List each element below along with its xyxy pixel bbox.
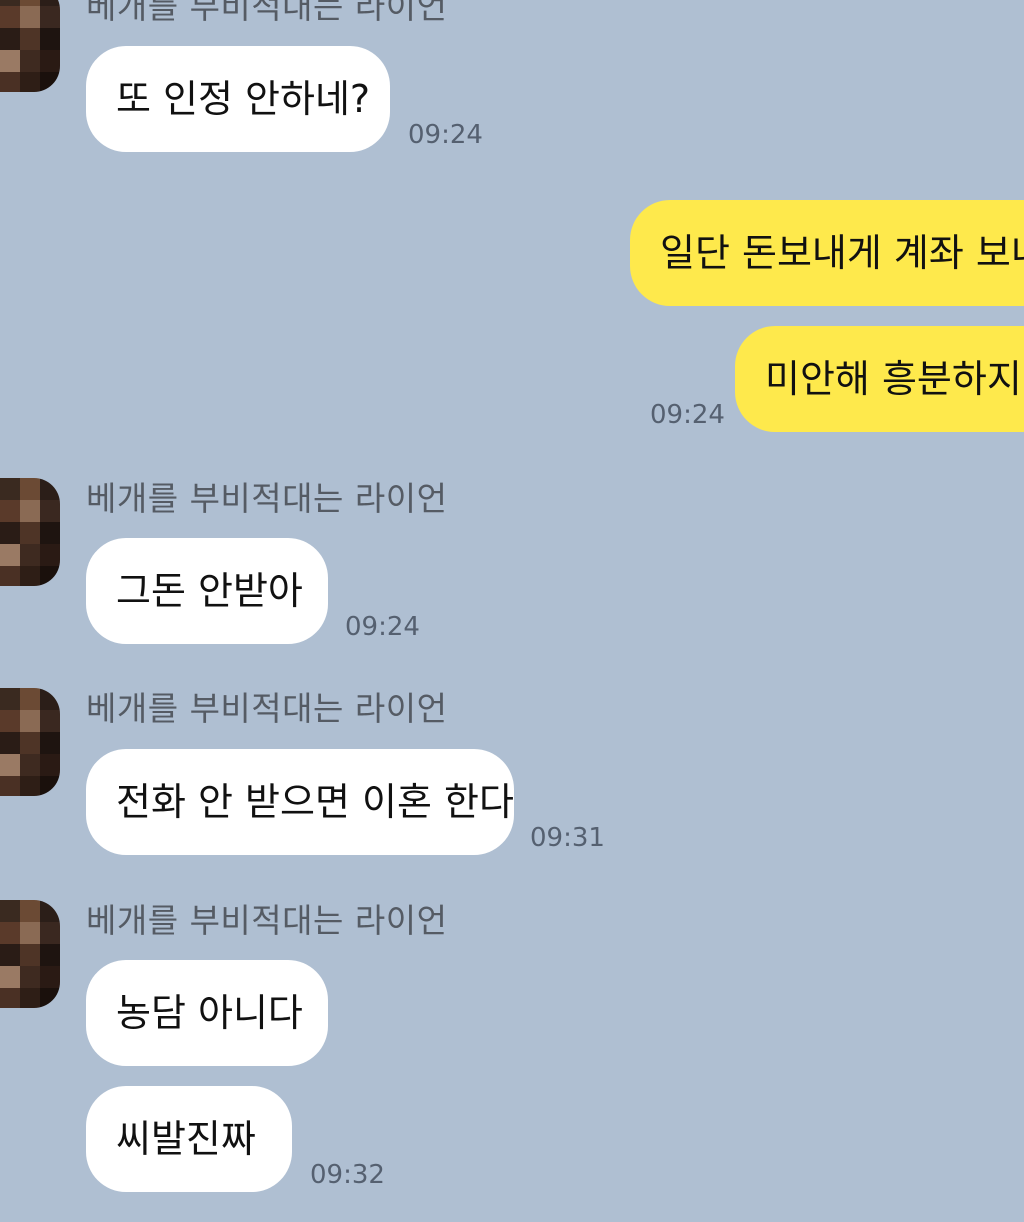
message-bubble[interactable]: 또 인정 안하네?: [86, 46, 390, 152]
message-bubble[interactable]: 미안해 흥분하지마: [735, 326, 1024, 432]
message-bubble[interactable]: 일단 돈보내게 계좌 보내: [630, 200, 1024, 306]
sender-name: 베개를 부비적대는 라이언: [86, 479, 448, 518]
message-text: 농담 아니다: [116, 991, 303, 1035]
message-timestamp: 09:31: [530, 823, 605, 853]
sender-avatar[interactable]: [0, 0, 60, 92]
message-text: 씨발진짜: [116, 1117, 256, 1161]
sender-name: 베개를 부비적대는 라이언: [86, 901, 448, 940]
message-bubble[interactable]: 씨발진짜: [86, 1086, 292, 1192]
message-bubble[interactable]: 전화 안 받으면 이혼 한다: [86, 749, 514, 855]
message-text: 전화 안 받으면 이혼 한다: [116, 780, 514, 824]
sender-avatar[interactable]: [0, 900, 60, 1008]
sender-name: 베개를 부비적대는 라이언: [86, 0, 448, 26]
message-text: 그돈 안받아: [116, 569, 303, 613]
message-text: 미안해 흥분하지마: [765, 357, 1024, 401]
message-text: 또 인정 안하네?: [116, 77, 371, 121]
message-timestamp: 09:32: [310, 1160, 385, 1190]
sender-name: 베개를 부비적대는 라이언: [86, 689, 448, 728]
message-timestamp: 09:24: [408, 120, 483, 150]
message-timestamp: 09:24: [650, 400, 725, 430]
message-bubble[interactable]: 그돈 안받아: [86, 538, 328, 644]
message-bubble[interactable]: 농담 아니다: [86, 960, 328, 1066]
message-timestamp: 09:24: [345, 612, 420, 642]
sender-avatar[interactable]: [0, 478, 60, 586]
sender-avatar[interactable]: [0, 688, 60, 796]
message-text: 일단 돈보내게 계좌 보내: [660, 231, 1024, 275]
